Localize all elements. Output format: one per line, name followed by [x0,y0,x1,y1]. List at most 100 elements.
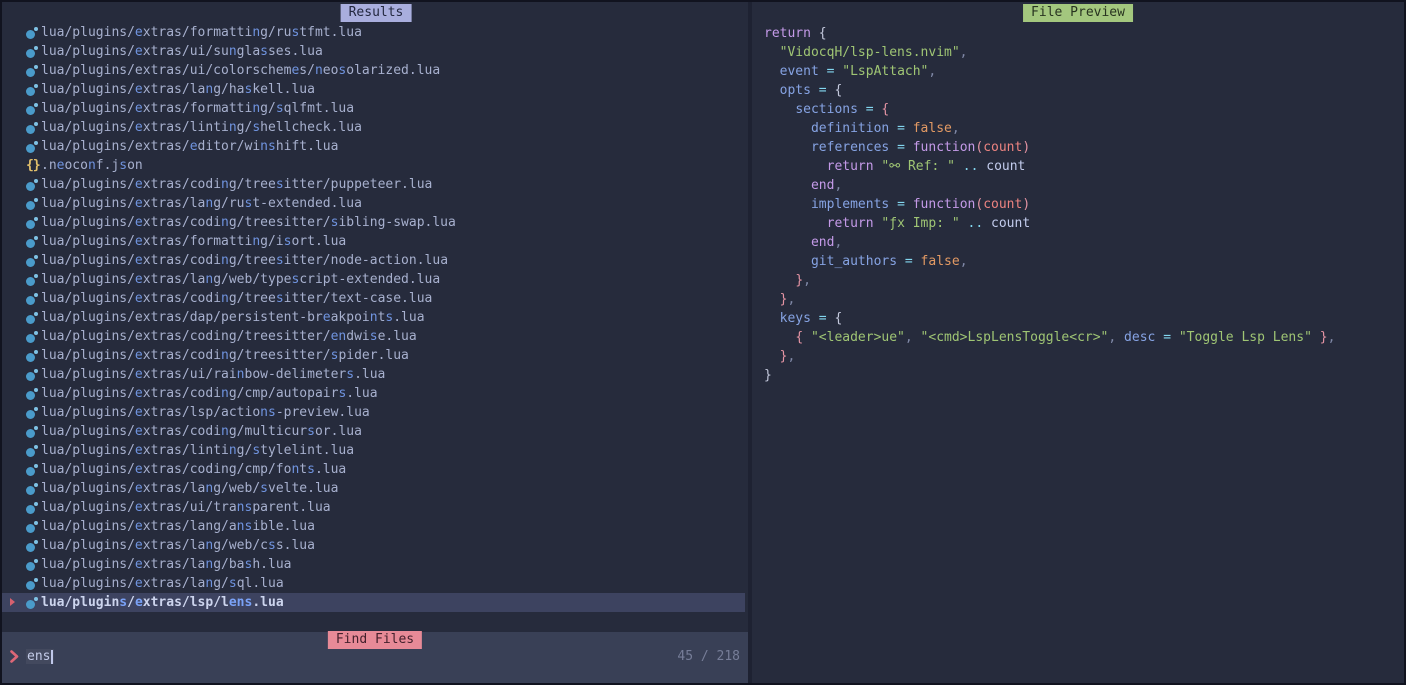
result-item-path: lua/plugins/extras/lsp/actions-preview.l… [41,405,370,420]
result-item-path: lua/plugins/extras/lang/rust-extended.lu… [41,196,362,211]
lua-icon [26,198,38,210]
lua-icon [26,255,38,267]
result-item-path: lua/plugins/extras/coding/treesitter/sib… [41,215,456,230]
selection-arrow-icon [10,598,15,606]
prompt-chevron-icon [10,650,19,663]
result-item[interactable]: lua/plugins/extras/coding/treesitter/end… [2,327,750,346]
result-item-path: .neoconf.json [41,158,143,173]
code-line: opts = { [764,81,1335,100]
prompt-line: ens 45 / 218 [2,649,748,664]
code-line: references = function(count) [764,138,1335,157]
lua-icon [26,597,38,609]
code-line: git_authors = false, [764,252,1335,271]
code-line: } [764,366,1335,385]
result-item-path: lua/plugins/extras/coding/treesitter/pup… [41,177,432,192]
result-item-path: lua/plugins/extras/formatting/rustfmt.lu… [41,25,362,40]
result-item[interactable]: lua/plugins/extras/editor/winshift.lua [2,137,750,156]
lua-icon [26,483,38,495]
code-line: keys = { [764,309,1335,328]
result-item[interactable]: lua/plugins/extras/linting/shellcheck.lu… [2,118,750,137]
lua-icon [26,46,38,58]
result-item[interactable]: lua/plugins/extras/lang/haskell.lua [2,80,750,99]
result-item-path: lua/plugins/extras/linting/stylelint.lua [41,443,354,458]
code-line: implements = function(count) [764,195,1335,214]
lua-icon [26,65,38,77]
lua-icon [26,445,38,457]
result-item-path: lua/plugins/extras/ui/sunglasses.lua [41,44,323,59]
prompt-title-badge: Find Files [328,631,422,649]
result-item[interactable]: lua/plugins/extras/lang/web/svelte.lua [2,479,750,498]
code-line: }, [764,290,1335,309]
lua-icon [26,578,38,590]
result-item[interactable]: lua/plugins/extras/coding/multicursor.lu… [2,422,750,441]
result-item[interactable]: lua/plugins/extras/lsp/lens.lua [2,593,745,612]
code-line: return "ƒx Imp: " .. count [764,214,1335,233]
result-item-path: lua/plugins/extras/formatting/isort.lua [41,234,346,249]
result-item[interactable]: lua/plugins/extras/lsp/actions-preview.l… [2,403,750,422]
result-item[interactable]: lua/plugins/extras/lang/ansible.lua [2,517,750,536]
result-item[interactable]: lua/plugins/extras/lang/rust-extended.lu… [2,194,750,213]
result-item[interactable]: lua/plugins/extras/coding/treesitter/tex… [2,289,750,308]
result-item[interactable]: lua/plugins/extras/coding/treesitter/spi… [2,346,750,365]
result-item-path: lua/plugins/extras/lang/web/typescript-e… [41,272,440,287]
code-line: { "<leader>ue", "<cmd>LspLensToggle<cr>"… [764,328,1335,347]
result-item[interactable]: lua/plugins/extras/coding/cmp/autopairs.… [2,384,750,403]
code-line: end, [764,233,1335,252]
code-line: sections = { [764,100,1335,119]
selection-arrow-cell [2,595,26,610]
prompt-title: Find Files [336,632,414,647]
result-item-path: lua/plugins/extras/lang/haskell.lua [41,82,315,97]
result-item-path: lua/plugins/extras/ui/transparent.lua [41,500,331,515]
result-item[interactable]: lua/plugins/extras/lang/sql.lua [2,574,750,593]
result-item[interactable]: lua/plugins/extras/ui/transparent.lua [2,498,750,517]
lua-icon [26,407,38,419]
result-item[interactable]: lua/plugins/extras/ui/colorschemes/neoso… [2,61,750,80]
json-braces-icon: {} [26,158,41,173]
lua-icon [26,521,38,533]
result-item-path: lua/plugins/extras/lang/web/css.lua [41,538,315,553]
result-item-path: lua/plugins/extras/lsp/lens.lua [41,595,284,610]
result-item-path: lua/plugins/extras/coding/treesitter/end… [41,329,417,344]
text-cursor-icon [51,650,53,664]
editor-background: Results lua/plugins/extras/formatting/ru… [2,2,1404,683]
code-line: return { [764,24,1335,43]
lua-icon [26,274,38,286]
result-item[interactable]: lua/plugins/extras/linting/stylelint.lua [2,441,750,460]
result-item-path: lua/plugins/extras/editor/winshift.lua [41,139,338,154]
lua-icon [26,331,38,343]
code-line: "VidocqH/lsp-lens.nvim", [764,43,1335,62]
results-title: Results [349,5,404,20]
result-item[interactable]: lua/plugins/extras/coding/treesitter/nod… [2,251,750,270]
prompt-panel: Find Files ens 45 / 218 [2,632,748,683]
code-line: end, [764,176,1335,195]
lua-icon [26,179,38,191]
result-item[interactable]: lua/plugins/extras/formatting/isort.lua [2,232,750,251]
prompt-input[interactable]: ens [26,649,54,664]
lua-icon [26,84,38,96]
telescope-window: Results lua/plugins/extras/formatting/ru… [0,0,1406,685]
result-item[interactable]: lua/plugins/extras/lang/web/typescript-e… [2,270,750,289]
lua-icon [26,502,38,514]
result-item-path: lua/plugins/extras/ui/rainbow-delimeters… [41,367,385,382]
lua-icon [26,540,38,552]
result-item[interactable]: lua/plugins/extras/dap/persistent-breakp… [2,308,750,327]
file-preview-title: File Preview [1031,5,1125,20]
lua-icon [26,350,38,362]
result-item[interactable]: lua/plugins/extras/coding/cmp/fonts.lua [2,460,750,479]
lua-icon [26,369,38,381]
file-preview-code: return { "VidocqH/lsp-lens.nvim", event … [764,24,1335,385]
result-item[interactable]: lua/plugins/extras/lang/web/css.lua [2,536,750,555]
result-item[interactable]: {}.neoconf.json [2,156,750,175]
result-item[interactable]: lua/plugins/extras/formatting/rustfmt.lu… [2,23,750,42]
file-preview-panel: File Preview return { "VidocqH/lsp-lens.… [752,2,1404,683]
result-item[interactable]: lua/plugins/extras/coding/treesitter/pup… [2,175,750,194]
result-item-path: lua/plugins/extras/linting/shellcheck.lu… [41,120,362,135]
result-item[interactable]: lua/plugins/extras/ui/sunglasses.lua [2,42,750,61]
prompt-query-text: ens [27,649,50,664]
result-item[interactable]: lua/plugins/extras/coding/treesitter/sib… [2,213,750,232]
lua-icon [26,559,38,571]
result-item[interactable]: lua/plugins/extras/formatting/sqlfmt.lua [2,99,750,118]
result-item[interactable]: lua/plugins/extras/lang/bash.lua [2,555,750,574]
lua-icon [26,388,38,400]
result-item[interactable]: lua/plugins/extras/ui/rainbow-delimeters… [2,365,750,384]
